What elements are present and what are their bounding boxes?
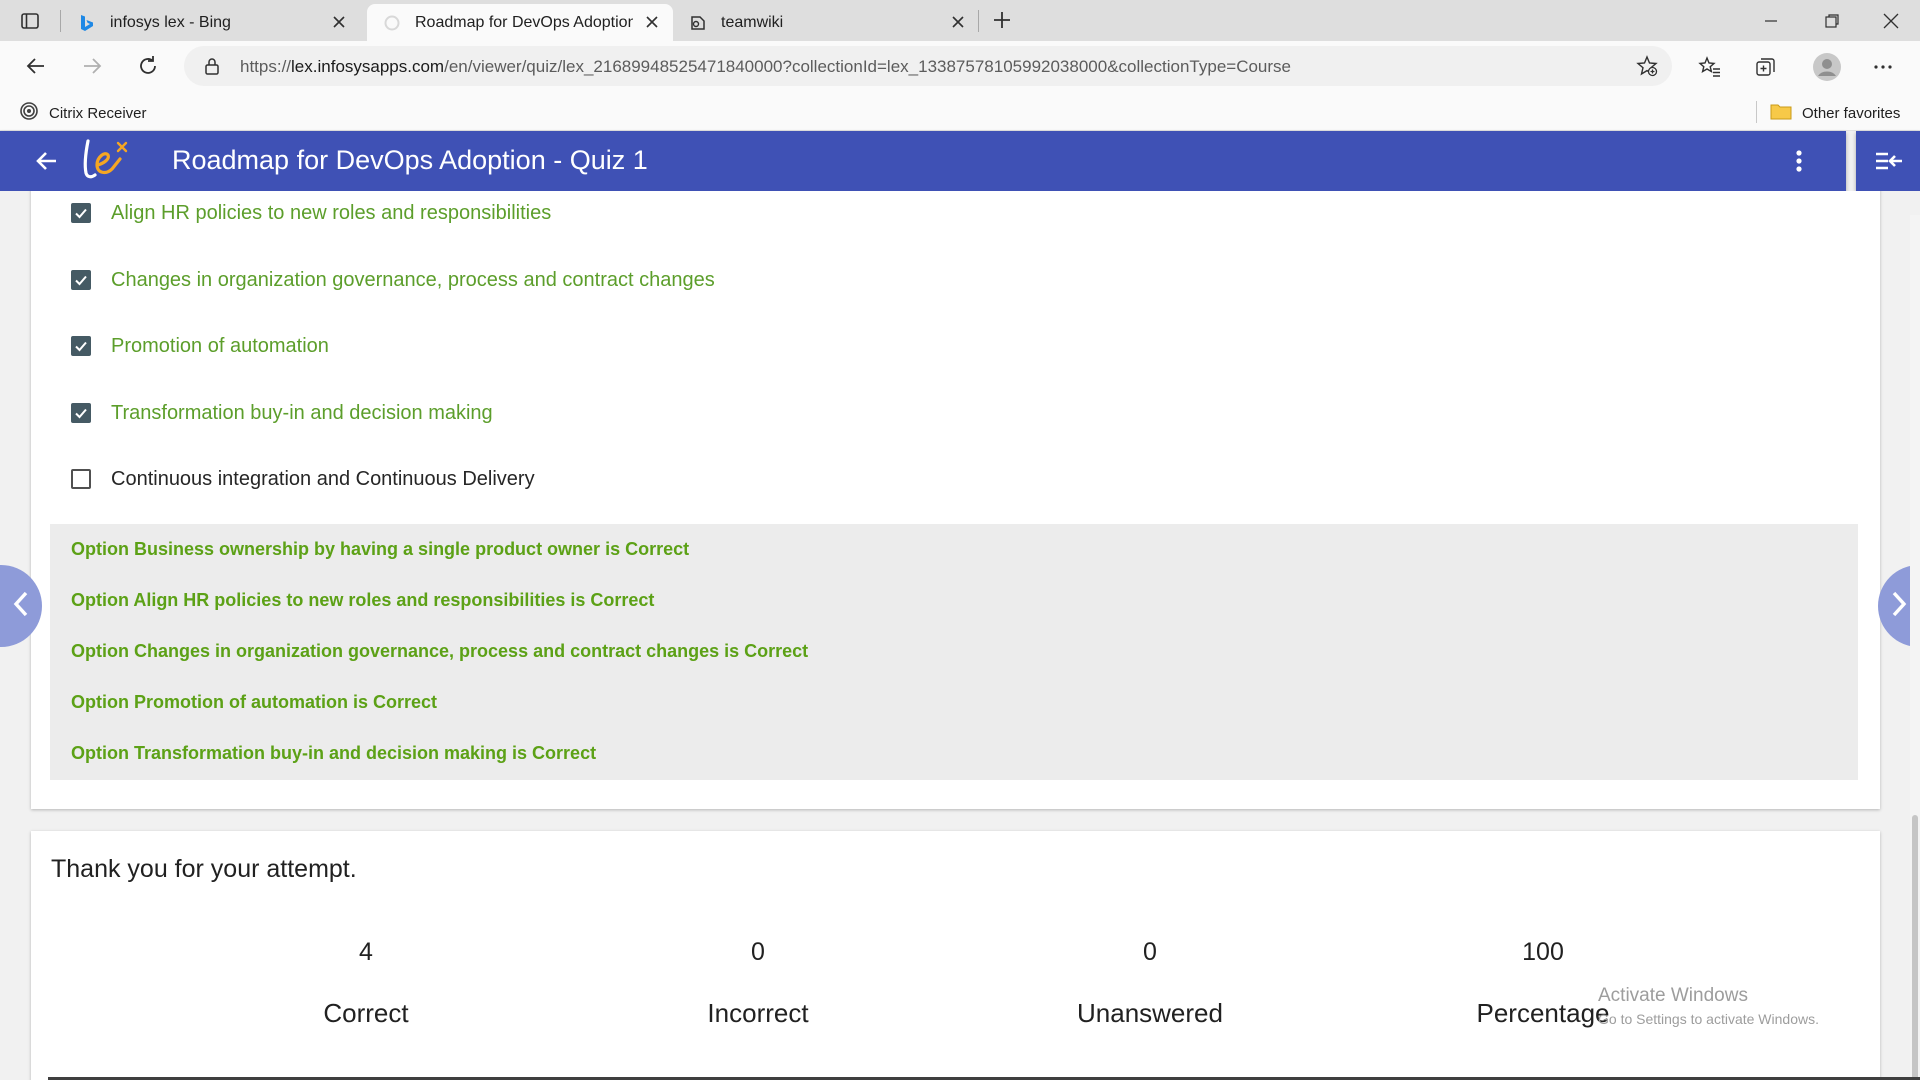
tab-separator (60, 10, 61, 32)
url-path: /en/viewer/quiz/lex_21689948525471840000… (444, 57, 1292, 76)
screen: infosys lex - Bing Roadmap for DevOps Ad… (0, 0, 1920, 1080)
close-window-icon[interactable] (1876, 6, 1906, 36)
app-header: Roadmap for DevOps Adoption - Quiz 1 (0, 131, 1846, 191)
minimize-icon[interactable] (1756, 6, 1786, 36)
url-prefix: https:// (240, 57, 292, 76)
tab-bing[interactable]: infosys lex - Bing (62, 4, 360, 41)
result-message: Thank you for your attempt. (51, 855, 357, 883)
chevron-right-icon (1889, 589, 1909, 624)
watermark-subtitle: Go to Settings to activate Windows. (1598, 1011, 1819, 1027)
option-3[interactable]: Promotion of automation (71, 326, 329, 366)
tab-title: teamwiki (721, 13, 784, 31)
stat-value: 0 (1143, 938, 1157, 966)
collapse-menu-icon (1874, 149, 1904, 178)
tab-title: infosys lex - Bing (110, 13, 231, 31)
page-scrollbar[interactable] (1910, 215, 1920, 1080)
new-tab-icon[interactable] (990, 8, 1014, 32)
question-card: Align HR policies to new roles and respo… (31, 191, 1880, 809)
answer-feedback: Option Business ownership by having a si… (50, 524, 1858, 780)
option-4[interactable]: Transformation buy-in and decision makin… (71, 393, 493, 433)
back-arrow-icon[interactable] (34, 148, 60, 174)
tab-separator (978, 10, 979, 32)
close-icon[interactable] (949, 13, 967, 31)
favorite-other-folder[interactable]: Other favorites (1770, 101, 1900, 125)
address-bar[interactable]: https://lex.infosysapps.com/en/viewer/qu… (184, 46, 1672, 86)
tab-actions-icon[interactable] (18, 9, 42, 33)
option-2[interactable]: Changes in organization governance, proc… (71, 260, 715, 300)
lex-logo[interactable] (80, 137, 130, 183)
watermark-title: Activate Windows (1598, 985, 1748, 1006)
option-label: Promotion of automation (111, 334, 329, 357)
stat-label: Incorrect (707, 998, 809, 1028)
stat-label: Unanswered (1077, 998, 1223, 1028)
feedback-line: Option Align HR policies to new roles an… (71, 590, 655, 610)
feedback-line: Option Promotion of automation is Correc… (71, 692, 437, 712)
browser-tab-bar: infosys lex - Bing Roadmap for DevOps Ad… (0, 0, 1920, 41)
forward-arrow-icon[interactable] (78, 52, 106, 80)
favorite-label: Citrix Receiver (49, 104, 147, 122)
url-host: lex.infosysapps.com (291, 57, 445, 76)
wiki-icon (689, 14, 707, 32)
favorite-label: Other favorites (1802, 104, 1901, 122)
add-favorite-icon[interactable] (1636, 55, 1658, 77)
stat-label: Correct (323, 998, 409, 1028)
option-label: Align HR policies to new roles and respo… (111, 201, 552, 224)
collections-icon[interactable] (1753, 54, 1779, 80)
loading-icon (383, 14, 401, 32)
checkbox-checked-icon[interactable] (71, 203, 91, 223)
stat-value: 4 (359, 938, 373, 966)
folder-icon (1770, 101, 1792, 125)
close-icon[interactable] (330, 13, 348, 31)
option-label: Continuous integration and Continuous De… (111, 467, 535, 490)
divider (1756, 101, 1757, 123)
refresh-icon[interactable] (134, 52, 162, 80)
tab-roadmap[interactable]: Roadmap for DevOps Adoption (367, 4, 673, 41)
bing-icon (78, 14, 96, 32)
favorites-icon[interactable] (1697, 54, 1723, 80)
stat-value: 100 (1522, 938, 1564, 966)
close-icon[interactable] (643, 13, 661, 31)
checkbox-checked-icon[interactable] (71, 336, 91, 356)
favorite-citrix[interactable]: Citrix Receiver (19, 101, 147, 125)
toggle-sidebar-button[interactable] (1856, 131, 1920, 191)
checkbox-checked-icon[interactable] (71, 270, 91, 290)
checkbox-checked-icon[interactable] (71, 403, 91, 423)
browser-toolbar: https://lex.infosysapps.com/en/viewer/qu… (0, 41, 1920, 91)
chevron-left-icon (11, 589, 31, 624)
more-options-icon[interactable] (1870, 54, 1896, 80)
activation-watermark: Activate Windows Go to Settings to activ… (1598, 985, 1819, 1027)
url-text[interactable]: https://lex.infosysapps.com/en/viewer/qu… (240, 57, 1291, 77)
option-label: Transformation buy-in and decision makin… (111, 401, 493, 424)
option-5[interactable]: Continuous integration and Continuous De… (71, 459, 535, 499)
tab-title: Roadmap for DevOps Adoption (415, 13, 633, 31)
profile-avatar-icon[interactable] (1812, 52, 1842, 82)
feedback-line: Option Changes in organization governanc… (71, 641, 809, 661)
feedback-line: Option Business ownership by having a si… (71, 539, 690, 559)
feedback-line: Option Transformation buy-in and decisio… (71, 743, 597, 763)
more-vert-icon[interactable] (1788, 147, 1810, 175)
scrollbar-thumb[interactable] (1912, 815, 1918, 1080)
tab-teamwiki[interactable]: teamwiki (673, 4, 979, 41)
stat-value: 0 (751, 938, 765, 966)
quiz-content: Align HR policies to new roles and respo… (0, 191, 1920, 1080)
citrix-icon (19, 101, 39, 125)
back-arrow-icon[interactable] (22, 52, 50, 80)
page-title: Roadmap for DevOps Adoption - Quiz 1 (172, 145, 648, 175)
lock-icon[interactable] (202, 56, 222, 76)
checkbox-unchecked-icon[interactable] (71, 469, 91, 489)
favorites-bar: Citrix Receiver Other favorites (0, 91, 1920, 131)
restore-icon[interactable] (1817, 6, 1847, 36)
option-label: Changes in organization governance, proc… (111, 268, 715, 291)
result-card: Thank you for your attempt. 4 Correct 0 … (31, 831, 1880, 1080)
option-1[interactable]: Align HR policies to new roles and respo… (71, 193, 551, 233)
